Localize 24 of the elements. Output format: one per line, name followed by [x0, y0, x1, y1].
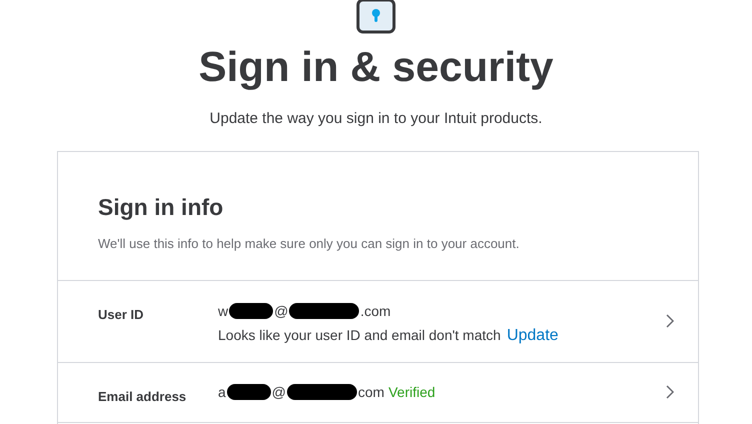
- redaction-mark: [289, 303, 360, 319]
- redaction-mark: [229, 303, 274, 319]
- chevron-right-icon: [666, 385, 674, 399]
- info-row[interactable]: User ID w @ .com Looks like your user ID and email don't match Update: [58, 280, 698, 362]
- email-text: .com: [360, 302, 391, 320]
- page-subtitle: Update the way you sign in to your Intuit products.: [210, 109, 542, 129]
- email-text: @: [272, 382, 286, 402]
- info-row[interactable]: Email address a @ com Verified: [58, 362, 698, 422]
- mismatch-note: Looks like your user ID and email don't match: [218, 326, 501, 345]
- lock-icon: [356, 0, 396, 34]
- verified-status: Verified: [388, 382, 436, 402]
- row-label: Email address: [98, 388, 186, 404]
- card-title: Sign in info: [98, 192, 224, 222]
- page-title: Sign in & security: [198, 42, 554, 92]
- email-text: w: [218, 302, 228, 320]
- redaction-mark: [287, 384, 358, 400]
- card-description: We'll use this info to help make sure only you can sign in to your account.: [98, 235, 520, 253]
- email-text: com: [358, 382, 384, 402]
- email-text: a: [218, 382, 226, 402]
- email-text: @: [274, 302, 288, 320]
- redaction-mark: [226, 384, 271, 400]
- update-link[interactable]: Update: [506, 324, 558, 348]
- row-label: User ID: [98, 306, 144, 322]
- chevron-right-icon: [666, 314, 674, 328]
